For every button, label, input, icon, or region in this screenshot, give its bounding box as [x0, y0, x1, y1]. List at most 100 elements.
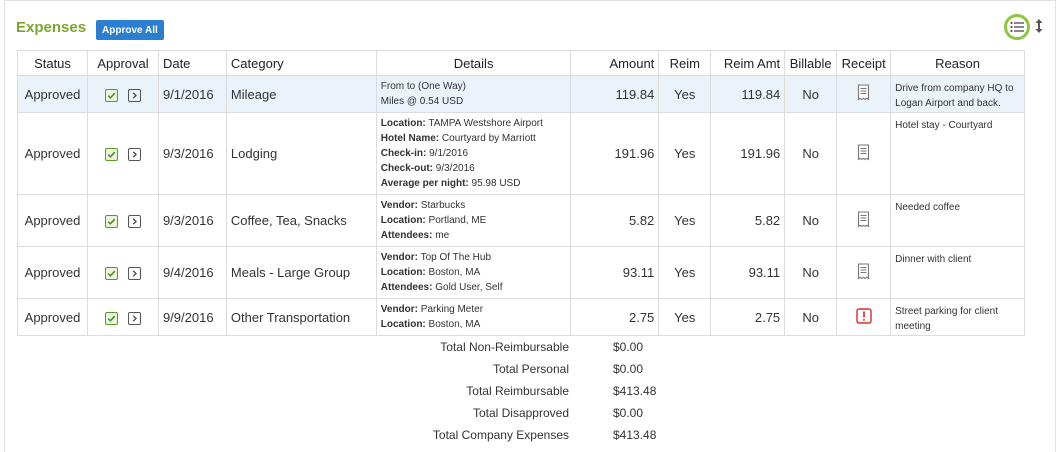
total-label: Total Reimbursable	[466, 384, 569, 398]
category-cell: Other Transportation	[225, 298, 377, 336]
column-header-date[interactable]: Date	[157, 50, 227, 76]
reim-amt-cell: 2.75	[710, 298, 786, 336]
table-row[interactable]: Approved 9/3/2016 Lodging Location: TAMP…	[17, 112, 1025, 195]
detail-value: From to (One Way)	[380, 81, 466, 92]
detail-value: Starbucks	[420, 200, 466, 211]
column-header-billable[interactable]: Billable	[784, 50, 838, 76]
column-header-approval[interactable]: Approval	[86, 50, 159, 76]
detail-label: Location:	[380, 215, 426, 226]
total-row: Total Company Expenses $413.48	[380, 428, 680, 450]
reim-amt-cell: 5.82	[710, 194, 786, 247]
detail-label: Vendor:	[380, 252, 418, 263]
table-row[interactable]: Approved 9/9/2016 Other Transportation V…	[17, 298, 1025, 336]
detail-value: Parking Meter	[420, 304, 484, 315]
receipt-cell	[836, 112, 892, 195]
column-header-status[interactable]: Status	[17, 50, 88, 76]
total-value: $413.48	[613, 384, 657, 398]
reim-cell: Yes	[658, 246, 712, 299]
check-icon[interactable]	[105, 311, 119, 325]
total-row: Total Personal $0.00	[380, 362, 680, 384]
detail-line: Location: Boston, MA	[381, 265, 567, 280]
column-header-reim[interactable]: Reim	[658, 50, 712, 76]
receipt-icon[interactable]	[857, 143, 870, 164]
total-label: Total Company Expenses	[432, 428, 569, 442]
date-cell: 9/1/2016	[157, 75, 227, 113]
check-icon[interactable]	[105, 215, 119, 229]
status-cell: Approved	[17, 112, 88, 195]
category-cell: Meals - Large Group	[225, 246, 377, 299]
detail-line: Location: Portland, ME	[381, 213, 567, 228]
sort-icon[interactable]	[1034, 18, 1044, 38]
details-cell: Location: TAMPA Westshore Airport Hotel N…	[375, 112, 572, 195]
date-cell: 9/9/2016	[157, 298, 227, 336]
details-cell: From to (One Way) Miles @ 0.54 USD	[375, 75, 572, 113]
detail-value: 95.98 USD	[471, 178, 521, 189]
arrow-right-icon[interactable]	[127, 267, 141, 281]
detail-value: TAMPA Westshore Airport	[428, 118, 543, 129]
reim-amt-cell: 191.96	[710, 112, 786, 195]
detail-line: Vendor: Starbucks	[381, 198, 567, 213]
reason-cell: Dinner with client	[890, 246, 1025, 299]
detail-value: 9/3/2016	[435, 163, 475, 174]
total-row: Total Reimbursable $413.48	[380, 384, 680, 406]
detail-line: Check-out: 9/3/2016	[381, 161, 567, 176]
date-cell: 9/3/2016	[157, 194, 227, 247]
approval-cell	[86, 75, 159, 113]
receipt-icon[interactable]	[857, 262, 870, 283]
column-header-reason[interactable]: Reason	[890, 50, 1025, 76]
column-header-details[interactable]: Details	[375, 50, 572, 76]
status-cell: Approved	[17, 298, 88, 336]
arrow-right-icon[interactable]	[127, 311, 141, 325]
arrow-right-icon[interactable]	[127, 148, 141, 162]
expenses-table: Status Approval Date Category Details Amount R…	[17, 50, 1025, 336]
total-value: $0.00	[613, 340, 644, 354]
receipt-cell	[836, 298, 892, 336]
billable-cell: No	[784, 298, 838, 336]
amount-cell: 93.11	[570, 246, 660, 299]
detail-label: Check-in:	[380, 148, 427, 159]
receipt-icon[interactable]	[857, 210, 870, 231]
billable-cell: No	[784, 112, 838, 195]
arrow-right-icon[interactable]	[127, 88, 141, 102]
view-toggle-button[interactable]	[1004, 14, 1030, 40]
receipt-cell	[836, 246, 892, 299]
arrow-right-icon[interactable]	[127, 215, 141, 229]
column-header-category[interactable]: Category	[225, 50, 377, 76]
status-cell: Approved	[17, 246, 88, 299]
detail-value: 9/1/2016	[429, 148, 469, 159]
check-icon[interactable]	[105, 148, 119, 162]
column-header-reim-amt[interactable]: Reim Amt	[710, 50, 786, 76]
reason-cell: Needed coffee	[890, 194, 1025, 247]
section-title: Expenses	[16, 19, 87, 36]
reim-cell: Yes	[658, 298, 712, 336]
category-cell: Mileage	[225, 75, 377, 113]
table-row[interactable]: Approved 9/4/2016 Meals - Large Group Ve…	[17, 246, 1025, 299]
detail-label: Hotel Name:	[380, 133, 440, 144]
detail-value: Gold User, Self	[435, 282, 503, 293]
reim-amt-cell: 119.84	[710, 75, 786, 113]
check-icon[interactable]	[105, 88, 119, 102]
exclamation-icon[interactable]	[855, 307, 872, 327]
detail-line: From to (One Way)	[381, 79, 567, 94]
approval-cell	[86, 246, 159, 299]
check-icon[interactable]	[105, 267, 119, 281]
billable-cell: No	[784, 246, 838, 299]
status-cell: Approved	[17, 75, 88, 113]
column-header-amount[interactable]: Amount	[570, 50, 660, 76]
billable-cell: No	[784, 75, 838, 113]
column-header-receipt[interactable]: Receipt	[836, 50, 892, 76]
approve-all-button[interactable]: Approve All	[96, 20, 164, 40]
detail-value: Boston, MA	[428, 267, 481, 278]
total-value: $0.00	[613, 406, 644, 420]
total-row: Total Non-Reimbursable $0.00	[380, 340, 680, 362]
amount-cell: 119.84	[570, 75, 660, 113]
detail-line: Vendor: Parking Meter	[381, 302, 567, 317]
detail-line: Average per night: 95.98 USD	[381, 176, 567, 191]
table-row[interactable]: Approved 9/3/2016 Coffee, Tea, Snacks Ve…	[17, 194, 1025, 247]
amount-cell: 2.75	[570, 298, 660, 336]
details-cell: Vendor: Parking Meter Location: Boston, M…	[375, 298, 572, 336]
amount-cell: 5.82	[570, 194, 660, 247]
receipt-icon[interactable]	[857, 84, 870, 104]
total-value: $413.48	[613, 428, 657, 442]
table-row[interactable]: Approved 9/1/2016 Mileage From to (One W…	[17, 75, 1025, 113]
